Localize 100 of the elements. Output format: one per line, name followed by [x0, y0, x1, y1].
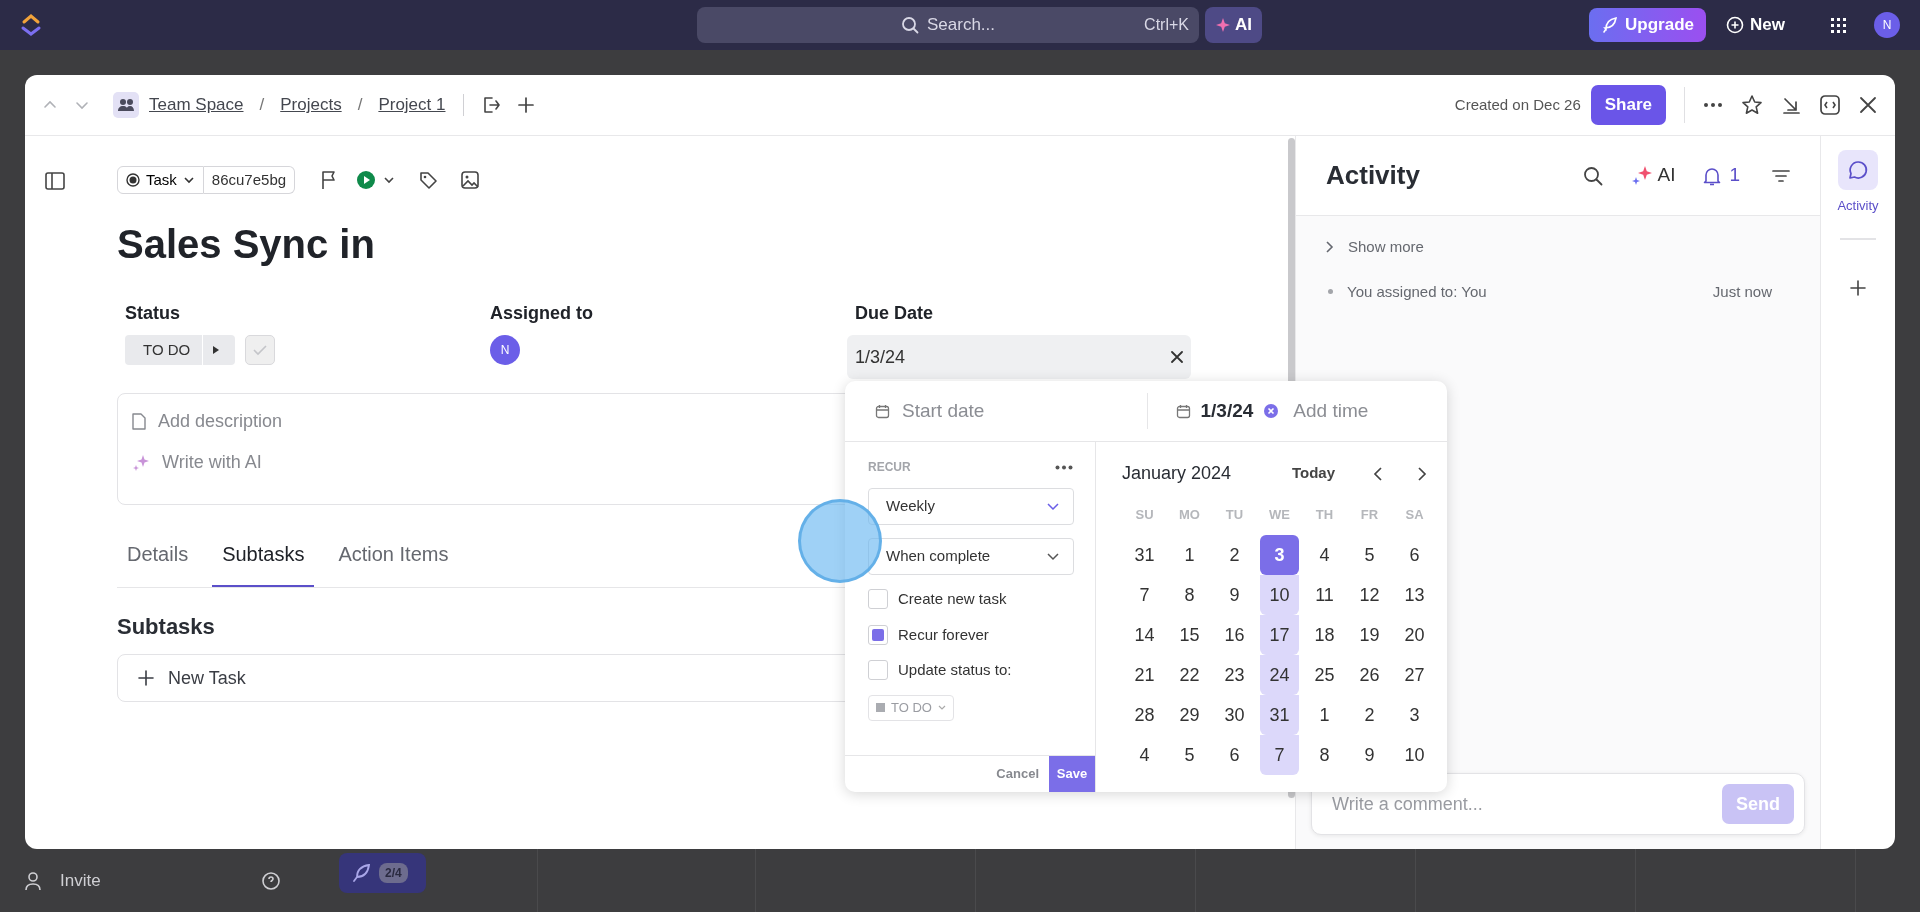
- help-icon[interactable]: [260, 870, 281, 891]
- breadcrumb-link[interactable]: Projects: [280, 92, 342, 118]
- calendar-day[interactable]: 12: [1350, 575, 1389, 615]
- task-type-dropdown[interactable]: Task: [117, 166, 204, 194]
- calendar-day[interactable]: 3: [1260, 535, 1299, 575]
- more-icon[interactable]: [1703, 102, 1723, 108]
- search-field[interactable]: Search... Ctrl+K: [697, 7, 1199, 43]
- calendar-day[interactable]: 5: [1350, 535, 1389, 575]
- clear-icon[interactable]: [1171, 351, 1183, 363]
- ai-button[interactable]: AI: [1205, 7, 1262, 43]
- comment-input[interactable]: Write a comment...: [1330, 789, 1722, 819]
- previous-icon[interactable]: [1373, 466, 1383, 481]
- filter-icon[interactable]: [1772, 168, 1790, 183]
- calendar-day[interactable]: 17: [1260, 615, 1299, 655]
- calendar-day[interactable]: 8: [1305, 735, 1344, 775]
- calendar-day[interactable]: 3: [1395, 695, 1434, 735]
- close-icon[interactable]: [1859, 96, 1877, 114]
- caret-icon[interactable]: [383, 174, 396, 186]
- export-icon[interactable]: [482, 96, 501, 114]
- calendar-day[interactable]: 6: [1395, 535, 1434, 575]
- minimize-icon[interactable]: [1781, 95, 1801, 115]
- calendar-day[interactable]: 21: [1125, 655, 1164, 695]
- checkbox[interactable]: [868, 624, 888, 645]
- calendar-day[interactable]: 11: [1305, 575, 1344, 615]
- next-icon[interactable]: [1417, 466, 1427, 481]
- calendar-day[interactable]: 10: [1260, 575, 1299, 615]
- due-date-value[interactable]: 1/3/24: [1200, 396, 1254, 426]
- ai-button[interactable]: AI: [1631, 161, 1676, 190]
- tag-icon[interactable]: [419, 171, 438, 189]
- calendar-day[interactable]: 8: [1170, 575, 1209, 615]
- today-button[interactable]: Today: [1291, 462, 1335, 485]
- more-icon[interactable]: [1055, 464, 1073, 470]
- breadcrumb-link[interactable]: Team Space: [149, 92, 244, 118]
- calendar-day[interactable]: 19: [1350, 615, 1389, 655]
- star-icon[interactable]: [1741, 94, 1763, 116]
- write-with-ai-link[interactable]: Write with AI: [162, 449, 262, 476]
- calendar-day[interactable]: 13: [1395, 575, 1434, 615]
- calendar-day[interactable]: 23: [1215, 655, 1254, 695]
- upgrade-button[interactable]: Upgrade: [1589, 8, 1707, 42]
- calendar-day[interactable]: 26: [1350, 655, 1389, 695]
- calendar-day[interactable]: 7: [1260, 735, 1299, 775]
- checkbox[interactable]: [868, 589, 888, 610]
- cancel-button[interactable]: Cancel: [986, 756, 1049, 792]
- apps-grid-icon[interactable]: [1831, 17, 1846, 33]
- plus-icon[interactable]: [1850, 279, 1866, 296]
- assignee-avatar[interactable]: N: [490, 335, 520, 365]
- complete-checkbox[interactable]: [245, 335, 276, 365]
- task-id[interactable]: 86cu7e5bg: [203, 166, 296, 194]
- calendar-day[interactable]: 4: [1305, 535, 1344, 575]
- checkbox-option[interactable]: Create new task: [868, 588, 1007, 611]
- play-icon[interactable]: [357, 171, 376, 189]
- save-button[interactable]: Save: [1049, 756, 1095, 792]
- tab[interactable]: Details: [117, 539, 199, 587]
- calendar-day[interactable]: 9: [1350, 735, 1389, 775]
- tab[interactable]: Subtasks: [212, 539, 315, 587]
- sidebar-toggle-icon[interactable]: [45, 172, 65, 190]
- checkbox[interactable]: [868, 660, 888, 681]
- plus-icon[interactable]: [518, 97, 535, 113]
- invite-link[interactable]: Invite: [60, 867, 101, 894]
- panel-icon[interactable]: [1819, 94, 1841, 116]
- calendar-day[interactable]: 1: [1170, 535, 1209, 575]
- due-date-field[interactable]: 1/3/24: [847, 335, 1191, 379]
- team-icon[interactable]: [113, 92, 139, 118]
- tab[interactable]: Action Items: [328, 539, 459, 587]
- calendar-day[interactable]: 15: [1170, 615, 1209, 655]
- calendar-day[interactable]: 10: [1395, 735, 1434, 775]
- calendar-day[interactable]: 25: [1305, 655, 1344, 695]
- calendar-day[interactable]: 31: [1260, 695, 1299, 735]
- status-dropdown[interactable]: TO DO: [125, 335, 236, 365]
- calendar-day[interactable]: 22: [1170, 655, 1209, 695]
- frequency-dropdown[interactable]: Weekly: [868, 488, 1074, 525]
- checkbox-option[interactable]: Update status to:: [868, 659, 1012, 682]
- calendar-day[interactable]: 5: [1170, 735, 1209, 775]
- calendar-day[interactable]: 1: [1305, 695, 1344, 735]
- calendar-day[interactable]: 2: [1215, 535, 1254, 575]
- calendar-day[interactable]: 2: [1350, 695, 1389, 735]
- calendar-day[interactable]: 20: [1395, 615, 1434, 655]
- calendar-day[interactable]: 16: [1215, 615, 1254, 655]
- checkbox-option[interactable]: Recur forever: [868, 623, 989, 646]
- new-button[interactable]: New: [1720, 11, 1791, 39]
- calendar-day[interactable]: 18: [1305, 615, 1344, 655]
- search-icon[interactable]: [1583, 165, 1604, 186]
- description-placeholder[interactable]: Add description: [158, 408, 283, 435]
- notifications-button[interactable]: 1: [1703, 161, 1740, 190]
- share-button[interactable]: Share: [1590, 85, 1666, 125]
- calendar-day[interactable]: 9: [1215, 575, 1254, 615]
- user-avatar[interactable]: N: [1874, 12, 1900, 38]
- calendar-day[interactable]: 7: [1125, 575, 1164, 615]
- mode-dropdown[interactable]: When complete: [868, 538, 1074, 575]
- image-icon[interactable]: [461, 171, 480, 189]
- calendar-day[interactable]: 24: [1260, 655, 1299, 695]
- calendar-day[interactable]: 31: [1125, 535, 1164, 575]
- calendar-day[interactable]: 4: [1125, 735, 1164, 775]
- calendar-day[interactable]: 27: [1395, 655, 1434, 695]
- app-logo[interactable]: [20, 13, 42, 37]
- calendar-day[interactable]: 14: [1125, 615, 1164, 655]
- task-title[interactable]: Sales Sync in: [117, 220, 375, 268]
- show-more-button[interactable]: Show more: [1326, 236, 1424, 259]
- breadcrumb-link[interactable]: Project 1: [378, 92, 446, 118]
- calendar-day[interactable]: 6: [1215, 735, 1254, 775]
